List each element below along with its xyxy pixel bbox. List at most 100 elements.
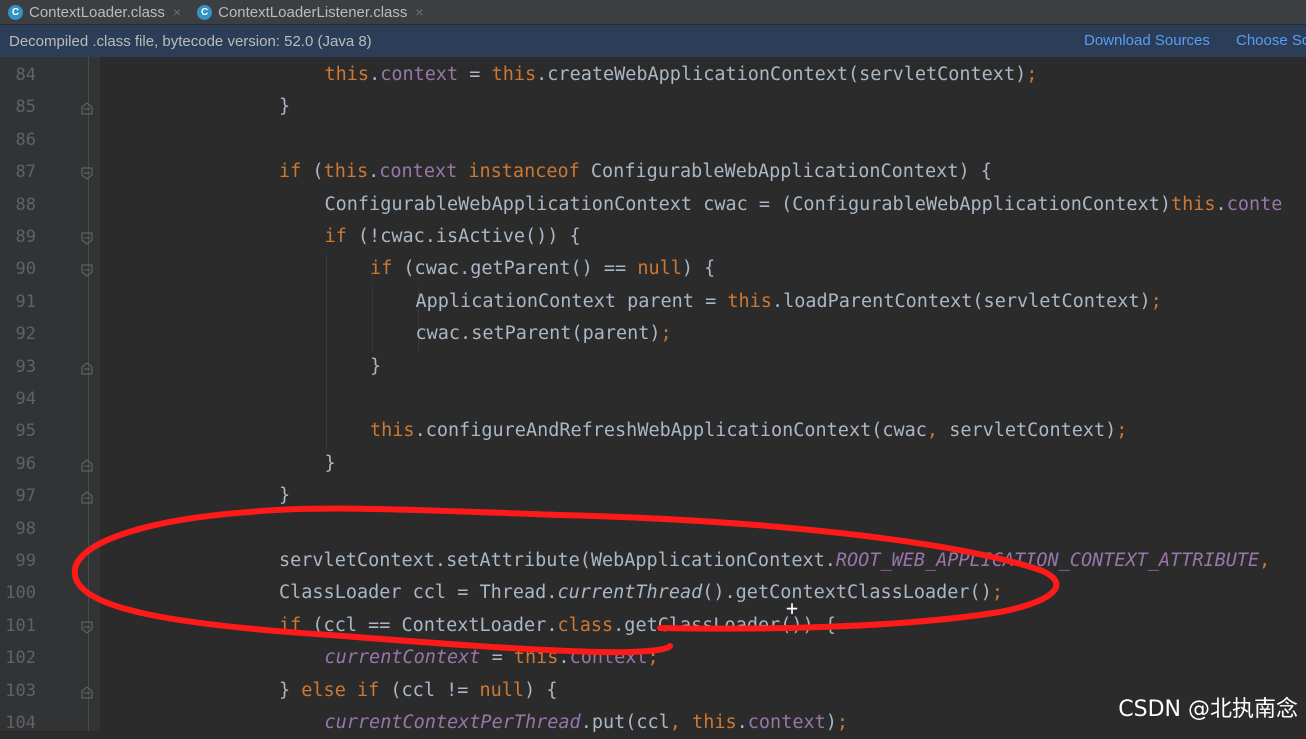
code-token: .getClassLoader()) { <box>613 614 836 636</box>
code-token: } <box>279 96 291 118</box>
code-line[interactable]: 91 ApplicationContext parent = this.loadP… <box>0 286 1306 318</box>
code-text: } <box>279 91 290 123</box>
code-text: currentContext = this.context; <box>325 642 659 674</box>
code-token: } <box>324 452 336 474</box>
code-token: .configureAndRefreshWebApplicationContex… <box>414 420 927 442</box>
code-token: ) <box>825 712 837 733</box>
line-number[interactable]: 88 <box>0 189 36 221</box>
close-icon[interactable]: × <box>415 4 423 20</box>
code-line[interactable]: 84 this.context = this.createWebApplicati… <box>0 59 1306 91</box>
line-number[interactable]: 95 <box>0 415 36 447</box>
fold-open-icon[interactable] <box>81 165 93 180</box>
code-line[interactable]: 90 if (cwac.getParent() == null) { <box>0 253 1306 285</box>
choose-sources-link[interactable]: Choose Sc <box>1236 32 1306 49</box>
code-line[interactable]: 95 this.configureAndRefreshWebApplication… <box>0 415 1306 447</box>
code-token: if <box>370 258 393 280</box>
code-token: ; <box>647 647 659 669</box>
line-number[interactable]: 102 <box>0 642 36 674</box>
code-text: this.context = this.createWebApplication… <box>325 59 1038 91</box>
code-token: currentContextPerThread <box>324 712 581 733</box>
code-line[interactable]: 86 <box>0 124 1306 156</box>
code-token: (cwac.getParent() == <box>392 258 638 280</box>
csdn-watermark: CSDN @北执南念 <box>1118 697 1298 722</box>
fold-end-icon[interactable] <box>81 360 93 375</box>
code-token: = <box>458 64 492 85</box>
code-token: ApplicationContext parent = <box>415 290 728 312</box>
code-token: this <box>692 712 737 733</box>
code-token: ROOT_WEB_APPLICATION_CONTEXT_ATTRIBUTE <box>835 550 1260 571</box>
line-number[interactable]: 97 <box>0 480 36 512</box>
fold-open-icon[interactable] <box>81 619 93 634</box>
code-token: . <box>558 647 570 669</box>
line-number[interactable]: 89 <box>0 221 36 253</box>
banner-message: Decompiled .class file, bytecode version… <box>9 32 372 50</box>
line-number[interactable]: 85 <box>0 91 36 123</box>
code-token: servletContext.setAttribute(WebApplicati… <box>279 550 836 571</box>
tab-label: ContextLoader.class <box>29 3 165 21</box>
fold-open-icon[interactable] <box>81 230 93 245</box>
download-sources-link[interactable]: Download Sources <box>1084 32 1210 49</box>
class-icon: C <box>8 4 23 20</box>
line-number[interactable]: 99 <box>0 545 36 577</box>
line-number[interactable]: 84 <box>0 59 36 91</box>
code-token: . <box>1215 193 1227 215</box>
code-token: if <box>279 161 302 183</box>
line-number[interactable]: 90 <box>0 253 36 285</box>
code-line[interactable]: 92 cwac.setParent(parent); <box>0 318 1306 350</box>
code-line[interactable]: 103} else if (ccl != null) { <box>0 675 1306 707</box>
code-line[interactable]: 88 ConfigurableWebApplicationContext cwac… <box>0 189 1306 221</box>
code-token: . <box>736 712 748 733</box>
tab-contextloader[interactable]: C ContextLoader.class × <box>0 0 189 24</box>
code-line[interactable]: 98 <box>0 513 1306 545</box>
line-number[interactable]: 91 <box>0 286 36 318</box>
code-token: (ccl != <box>379 679 480 701</box>
code-line[interactable]: 99 servletContext.setAttribute(WebApplica… <box>0 545 1306 577</box>
tab-label: ContextLoaderListener.class <box>218 3 408 21</box>
line-number[interactable]: 87 <box>0 156 36 188</box>
fold-end-icon[interactable] <box>81 489 93 504</box>
code-line[interactable]: 85} <box>0 91 1306 123</box>
code-token: this <box>370 420 415 442</box>
close-icon[interactable]: × <box>173 4 181 20</box>
line-number[interactable]: 92 <box>0 318 36 350</box>
fold-end-icon[interactable] <box>81 100 93 115</box>
code-line[interactable]: 96} <box>0 448 1306 480</box>
fold-end-icon[interactable] <box>81 457 93 472</box>
code-token: ConfigurableWebApplicationContext cwac =… <box>324 193 1171 215</box>
code-token: ; <box>991 582 1003 604</box>
code-token: context <box>747 712 826 733</box>
code-line[interactable]: 102 currentContext = this.context; <box>0 642 1306 674</box>
line-number[interactable]: 93 <box>0 351 36 383</box>
code-line[interactable]: 100 ClassLoader ccl = Thread.currentThrea… <box>0 577 1306 609</box>
code-token: this <box>513 647 559 669</box>
code-token: context <box>379 161 458 183</box>
code-token: = <box>480 647 514 669</box>
fold-end-icon[interactable] <box>81 684 93 699</box>
code-text: ClassLoader ccl = Thread.currentThread()… <box>279 577 1003 609</box>
code-text: currentContextPerThread.put(ccl, this.co… <box>325 707 849 739</box>
code-token: this <box>727 290 772 312</box>
code-token: .loadParentContext(servletContext) <box>771 290 1151 312</box>
line-number[interactable]: 103 <box>0 675 36 707</box>
tab-contextloaderlistener[interactable]: C ContextLoaderListener.class × <box>189 0 431 24</box>
line-number[interactable]: 100 <box>0 577 36 609</box>
line-number[interactable]: 104 <box>0 707 36 739</box>
line-number[interactable]: 96 <box>0 448 36 480</box>
code-line[interactable]: 94 <box>0 383 1306 415</box>
code-token: ConfigurableWebApplicationContext) { <box>579 161 992 183</box>
code-line[interactable]: 97} <box>0 480 1306 512</box>
code-line[interactable]: 104 currentContextPerThread.put(ccl, this… <box>0 707 1306 739</box>
code-text: } <box>325 448 336 480</box>
line-number[interactable]: 101 <box>0 610 36 642</box>
line-number[interactable]: 94 <box>0 383 36 415</box>
code-line[interactable]: 93} <box>0 351 1306 383</box>
code-line[interactable]: 87 if (this.context instanceof Configurab… <box>0 156 1306 188</box>
fold-open-icon[interactable] <box>81 262 93 278</box>
code-line[interactable]: 89 if (!cwac.isActive()) { <box>0 221 1306 253</box>
line-number[interactable]: 86 <box>0 124 36 156</box>
code-line[interactable]: 101 if (ccl == ContextLoader.class.getCla… <box>0 610 1306 642</box>
line-number[interactable]: 98 <box>0 513 36 545</box>
code-text: if (cwac.getParent() == null) { <box>370 253 715 285</box>
code-token: .createWebApplicationContext(servletCont… <box>536 64 1027 85</box>
